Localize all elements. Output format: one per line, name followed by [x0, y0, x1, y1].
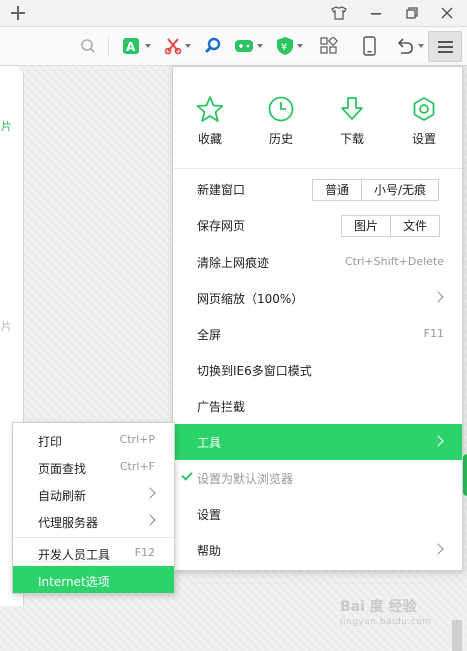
menu-item-settings[interactable]: 设置: [173, 496, 462, 532]
quick-label: 历史: [268, 132, 293, 146]
shortcut: Ctrl+P: [119, 433, 155, 446]
chevron-down-icon[interactable]: [297, 44, 303, 48]
main-menu: 收藏 历史 下载 设置 新建窗口 普通 小号/无痕 保存网页 图片 文件 清除上…: [172, 66, 463, 571]
left-panel-text: 片: [1, 120, 12, 133]
shortcut: Ctrl+F: [119, 460, 155, 473]
shield-icon[interactable]: ¥: [276, 35, 303, 57]
submenu-item-proxy[interactable]: 代理服务器: [13, 507, 174, 534]
scissors-icon[interactable]: [164, 35, 191, 57]
menu-item-fullscreen[interactable]: 全屏 F11: [173, 316, 462, 352]
submenu-item-label: 开发人员工具: [38, 548, 111, 562]
menu-item-label: 帮助: [197, 544, 222, 558]
clock-icon: [268, 96, 294, 122]
submenu-item-label: 打印: [38, 435, 63, 449]
menu-item-label: 全屏: [197, 328, 222, 342]
menu-item-label: 设置: [197, 508, 222, 522]
quick-favorites[interactable]: 收藏: [180, 95, 240, 147]
apps-icon[interactable]: [320, 35, 338, 57]
menu-item-save-page: 保存网页 图片 文件: [173, 207, 462, 243]
translate-icon[interactable]: A +: [122, 35, 151, 57]
phone-icon[interactable]: [363, 35, 377, 57]
menu-item-label: 网页缩放（100%）: [197, 292, 304, 306]
watermark: Bai 度 经验 jingyan.baidu.com: [340, 596, 432, 627]
chevron-right-icon: [144, 514, 156, 526]
gamepad-icon[interactable]: [234, 35, 263, 57]
restore-icon[interactable]: [398, 2, 426, 24]
menu-item-label: 工具: [197, 436, 222, 450]
shirt-skin-icon[interactable]: [325, 2, 353, 24]
menu-item-label: 广告拦截: [197, 400, 246, 414]
new-window-incognito-button[interactable]: 小号/无痕: [361, 180, 439, 200]
menu-item-label: 清除上网痕迹: [197, 256, 270, 270]
quick-label: 设置: [411, 132, 436, 146]
submenu-item-print[interactable]: 打印 Ctrl+P: [13, 426, 174, 453]
quick-label: 下载: [339, 132, 364, 146]
chevron-right-icon: [432, 435, 444, 447]
chevron-down-icon[interactable]: [257, 44, 263, 48]
save-as-file-button[interactable]: 文件: [390, 216, 440, 236]
svg-text:¥: ¥: [281, 42, 287, 53]
submenu-item-label: 代理服务器: [38, 516, 99, 530]
submenu-item-auto-refresh[interactable]: 自动刷新: [13, 480, 174, 507]
watermark-url: jingyan.baidu.com: [340, 617, 432, 627]
submenu-item-label: Internet选项: [38, 575, 110, 589]
chevron-down-icon[interactable]: [185, 44, 191, 48]
menu-item-ie6-mode[interactable]: 切换到IE6多窗口模式: [173, 352, 462, 388]
submenu-item-label: 自动刷新: [38, 489, 87, 503]
chevron-right-icon: [144, 487, 156, 499]
menu-item-default-browser[interactable]: 设置为默认浏览器: [173, 460, 462, 496]
chevron-right-icon: [432, 291, 444, 303]
menu-item-ad-block[interactable]: 广告拦截: [173, 388, 462, 424]
menu-item-label: 新建窗口: [197, 183, 246, 197]
quick-history[interactable]: 历史: [251, 95, 311, 147]
save-as-image-button[interactable]: 图片: [342, 216, 391, 236]
download-arrow-icon: [341, 97, 363, 120]
shortcut: F11: [423, 327, 444, 340]
undo-icon[interactable]: [395, 35, 424, 57]
quick-downloads[interactable]: 下载: [322, 95, 382, 147]
close-icon[interactable]: [433, 2, 461, 24]
checkmark-icon: [181, 469, 193, 481]
menu-item-label: 切换到IE6多窗口模式: [197, 364, 312, 378]
submenu-item-devtools[interactable]: 开发人员工具 F12: [13, 539, 174, 566]
chevron-down-icon[interactable]: [418, 44, 424, 48]
menu-item-clear-history[interactable]: 清除上网痕迹 Ctrl+Shift+Delete: [173, 244, 462, 280]
toolbar: A + ¥: [0, 27, 467, 66]
title-bar: [0, 0, 467, 27]
quick-settings[interactable]: 设置: [394, 95, 454, 147]
minimize-icon[interactable]: [362, 2, 390, 24]
scrollbar[interactable]: [452, 620, 462, 651]
menu-icon[interactable]: [428, 31, 462, 62]
svg-text:+: +: [133, 47, 140, 56]
settings-gear-icon: [413, 97, 435, 121]
plus-icon[interactable]: [8, 3, 28, 23]
submenu-item-find[interactable]: 页面查找 Ctrl+F: [13, 453, 174, 480]
menu-item-new-window: 新建窗口 普通 小号/无痕: [173, 171, 462, 207]
search-icon[interactable]: [80, 35, 96, 57]
menu-item-label: 设置为默认浏览器: [197, 472, 294, 486]
shortcut: Ctrl+Shift+Delete: [344, 255, 444, 268]
submenu-item-internet-options[interactable]: Internet选项: [13, 566, 174, 593]
magnifier-icon[interactable]: [204, 35, 222, 57]
menu-item-label: 保存网页: [197, 219, 246, 233]
menu-item-tools[interactable]: 工具: [173, 424, 462, 460]
menu-item-zoom[interactable]: 网页缩放（100%）: [173, 280, 462, 316]
tools-submenu: 打印 Ctrl+P 页面查找 Ctrl+F 自动刷新 代理服务器 开发人员工具 …: [12, 422, 175, 594]
chevron-down-icon[interactable]: [145, 44, 151, 48]
submenu-item-label: 页面查找: [38, 462, 87, 476]
menu-item-help[interactable]: 帮助: [173, 532, 462, 568]
left-panel-text: 片: [1, 320, 12, 333]
chevron-right-icon: [432, 543, 444, 555]
new-window-normal-button[interactable]: 普通: [313, 180, 362, 200]
quick-label: 收藏: [197, 132, 222, 146]
watermark-brand: Bai 度 经验: [340, 599, 417, 615]
shortcut: F12: [134, 546, 155, 559]
star-icon: [196, 96, 224, 122]
